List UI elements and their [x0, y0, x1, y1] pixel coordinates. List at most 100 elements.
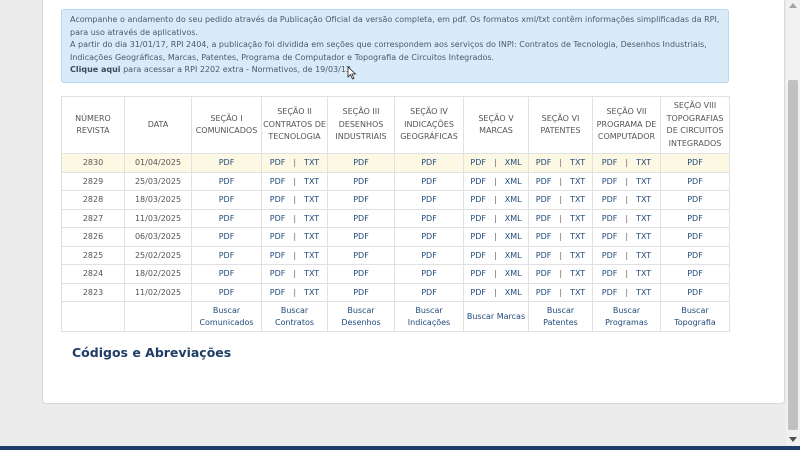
pdf-link[interactable]: PDF	[270, 177, 286, 186]
pdf-link[interactable]: PDF	[421, 177, 437, 186]
txt-link[interactable]: TXT	[636, 269, 651, 278]
txt-link[interactable]: TXT	[570, 195, 585, 204]
search-s7-link[interactable]: Buscar Programas	[592, 301, 661, 332]
pdf-link[interactable]: PDF	[421, 195, 437, 204]
pdf-link[interactable]: PDF	[353, 158, 369, 167]
pdf-link[interactable]: PDF	[602, 251, 618, 260]
txt-link[interactable]: TXT	[636, 214, 651, 223]
txt-link[interactable]: TXT	[570, 232, 585, 241]
txt-link[interactable]: TXT	[304, 195, 319, 204]
txt-link[interactable]: TXT	[304, 177, 319, 186]
txt-link[interactable]: TXT	[304, 269, 319, 278]
pdf-link[interactable]: PDF	[421, 288, 437, 297]
search-s6-link[interactable]: Buscar Patentes	[528, 301, 593, 332]
pdf-link[interactable]: PDF	[687, 214, 703, 223]
pdf-link[interactable]: PDF	[536, 288, 552, 297]
xml-link[interactable]: XML	[505, 158, 522, 167]
pdf-link[interactable]: PDF	[536, 195, 552, 204]
txt-link[interactable]: TXT	[636, 195, 651, 204]
pdf-link[interactable]: PDF	[353, 269, 369, 278]
txt-link[interactable]: TXT	[304, 251, 319, 260]
pdf-link[interactable]: PDF	[536, 158, 552, 167]
xml-link[interactable]: XML	[505, 251, 522, 260]
txt-link[interactable]: TXT	[570, 269, 585, 278]
pdf-link[interactable]: PDF	[270, 195, 286, 204]
pdf-link[interactable]: PDF	[470, 214, 486, 223]
search-s2-link[interactable]: Buscar Contratos	[261, 301, 328, 332]
txt-link[interactable]: TXT	[570, 251, 585, 260]
pdf-link[interactable]: PDF	[219, 232, 235, 241]
pdf-link[interactable]: PDF	[470, 251, 486, 260]
txt-link[interactable]: TXT	[304, 232, 319, 241]
pdf-link[interactable]: PDF	[421, 232, 437, 241]
pdf-link[interactable]: PDF	[270, 158, 286, 167]
pdf-link[interactable]: PDF	[602, 177, 618, 186]
txt-link[interactable]: TXT	[304, 214, 319, 223]
pdf-link[interactable]: PDF	[602, 288, 618, 297]
pdf-link[interactable]: PDF	[687, 177, 703, 186]
xml-link[interactable]: XML	[505, 269, 522, 278]
pdf-link[interactable]: PDF	[353, 288, 369, 297]
pdf-link[interactable]: PDF	[470, 288, 486, 297]
pdf-link[interactable]: PDF	[270, 232, 286, 241]
pdf-link[interactable]: PDF	[536, 269, 552, 278]
xml-link[interactable]: XML	[505, 195, 522, 204]
pdf-link[interactable]: PDF	[687, 232, 703, 241]
scrollbar[interactable]	[786, 0, 800, 446]
click-here-link[interactable]: Clique aqui	[70, 65, 121, 74]
pdf-link[interactable]: PDF	[353, 177, 369, 186]
search-s4-link[interactable]: Buscar Indicações	[394, 301, 464, 332]
pdf-link[interactable]: PDF	[353, 232, 369, 241]
pdf-link[interactable]: PDF	[470, 269, 486, 278]
scroll-thumb[interactable]	[788, 80, 798, 430]
pdf-link[interactable]: PDF	[536, 214, 552, 223]
search-s5-link[interactable]: Buscar Marcas	[463, 301, 529, 332]
pdf-link[interactable]: PDF	[421, 158, 437, 167]
txt-link[interactable]: TXT	[304, 288, 319, 297]
pdf-link[interactable]: PDF	[470, 158, 486, 167]
pdf-link[interactable]: PDF	[421, 269, 437, 278]
txt-link[interactable]: TXT	[304, 158, 319, 167]
pdf-link[interactable]: PDF	[687, 269, 703, 278]
pdf-link[interactable]: PDF	[421, 251, 437, 260]
pdf-link[interactable]: PDF	[602, 269, 618, 278]
xml-link[interactable]: XML	[505, 288, 522, 297]
pdf-link[interactable]: PDF	[353, 251, 369, 260]
scroll-down-arrow-icon[interactable]	[789, 437, 797, 442]
search-s1-link[interactable]: Buscar Comunicados	[191, 301, 262, 332]
txt-link[interactable]: TXT	[636, 251, 651, 260]
pdf-link[interactable]: PDF	[536, 177, 552, 186]
pdf-link[interactable]: PDF	[470, 177, 486, 186]
pdf-link[interactable]: PDF	[602, 232, 618, 241]
pdf-link[interactable]: PDF	[536, 232, 552, 241]
pdf-link[interactable]: PDF	[270, 214, 286, 223]
pdf-link[interactable]: PDF	[219, 269, 235, 278]
pdf-link[interactable]: PDF	[219, 195, 235, 204]
pdf-link[interactable]: PDF	[687, 251, 703, 260]
pdf-link[interactable]: PDF	[219, 288, 235, 297]
scroll-up-arrow-icon[interactable]	[789, 3, 797, 8]
txt-link[interactable]: TXT	[570, 288, 585, 297]
txt-link[interactable]: TXT	[636, 158, 651, 167]
pdf-link[interactable]: PDF	[353, 214, 369, 223]
pdf-link[interactable]: PDF	[602, 158, 618, 167]
txt-link[interactable]: TXT	[636, 177, 651, 186]
pdf-link[interactable]: PDF	[536, 251, 552, 260]
search-s8-link[interactable]: Buscar Topografia	[660, 301, 730, 332]
txt-link[interactable]: TXT	[570, 177, 585, 186]
xml-link[interactable]: XML	[505, 232, 522, 241]
txt-link[interactable]: TXT	[636, 288, 651, 297]
pdf-link[interactable]: PDF	[421, 214, 437, 223]
pdf-link[interactable]: PDF	[353, 195, 369, 204]
pdf-link[interactable]: PDF	[270, 251, 286, 260]
pdf-link[interactable]: PDF	[270, 288, 286, 297]
pdf-link[interactable]: PDF	[687, 195, 703, 204]
pdf-link[interactable]: PDF	[687, 288, 703, 297]
pdf-link[interactable]: PDF	[219, 177, 235, 186]
pdf-link[interactable]: PDF	[602, 195, 618, 204]
pdf-link[interactable]: PDF	[470, 232, 486, 241]
pdf-link[interactable]: PDF	[602, 214, 618, 223]
pdf-link[interactable]: PDF	[219, 251, 235, 260]
pdf-link[interactable]: PDF	[219, 214, 235, 223]
xml-link[interactable]: XML	[505, 177, 522, 186]
